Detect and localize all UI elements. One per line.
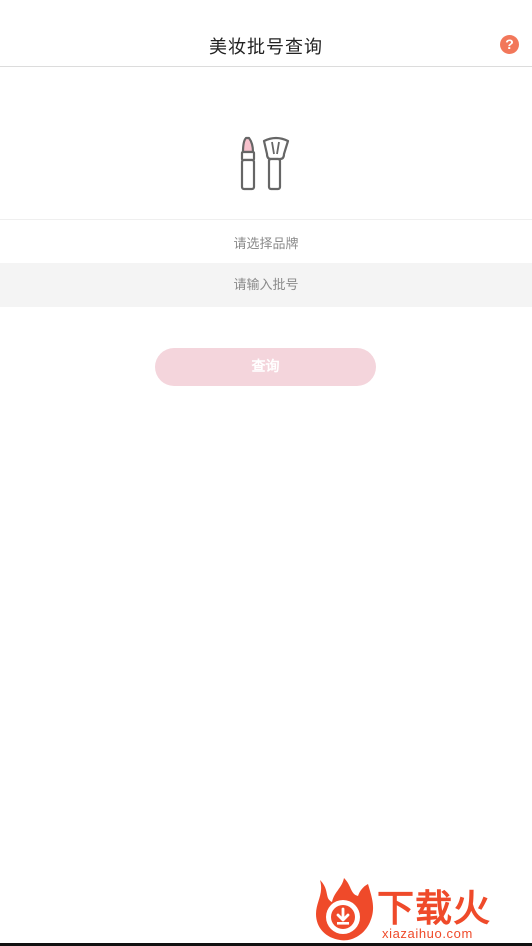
batch-number-field[interactable]: [0, 262, 532, 308]
brand-select[interactable]: 请选择品牌: [0, 219, 532, 264]
cosmetics-icon: [240, 136, 290, 191]
flame-logo-icon: [316, 878, 374, 941]
watermark-logo: 下载火 xiazaihuo.com: [310, 876, 532, 944]
brand-select-placeholder: 请选择品牌: [233, 236, 299, 252]
page-title: 美妆批号查询: [209, 37, 323, 58]
watermark-text: 下载火: [377, 887, 491, 930]
batch-number-input[interactable]: [0, 262, 532, 308]
nav-bar: 美妆批号查询 ?: [0, 0, 532, 67]
help-icon[interactable]: ?: [500, 35, 519, 54]
query-button[interactable]: 查询: [155, 348, 376, 386]
watermark-domain: xiazaihuo.com: [382, 926, 473, 941]
